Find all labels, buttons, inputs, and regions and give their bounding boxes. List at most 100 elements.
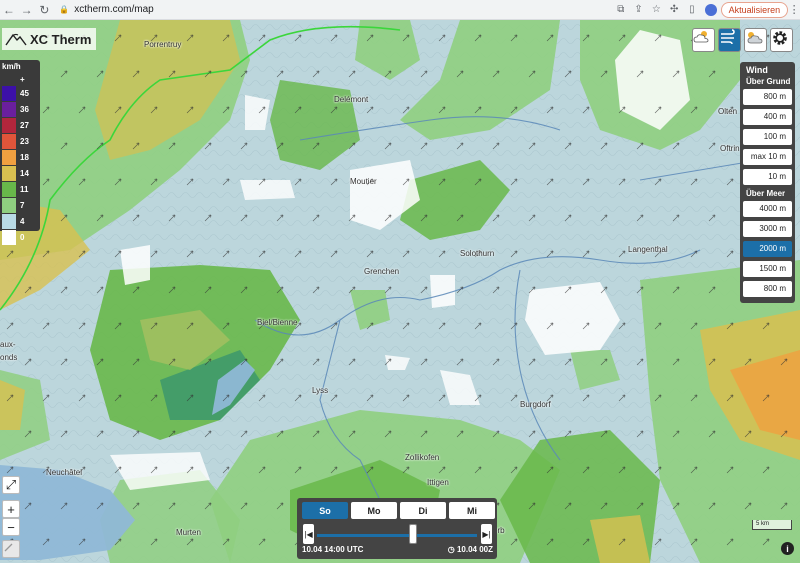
legend-label: 27	[20, 120, 29, 130]
profile-avatar[interactable]	[704, 3, 717, 16]
xctherm-logo[interactable]: XC Therm	[2, 28, 97, 50]
info-button[interactable]: i	[781, 542, 794, 555]
reload-icon[interactable]: ↻	[36, 1, 54, 19]
install-app-icon[interactable]: ⧉	[612, 1, 630, 19]
day-tab[interactable]: Mi	[449, 502, 495, 519]
sidebar-panel-icon[interactable]: ▯	[683, 1, 701, 19]
back-arrow-icon[interactable]: ←	[0, 1, 18, 19]
legend-entry: 14	[2, 165, 38, 181]
lock-icon: 🔒	[59, 5, 70, 14]
mountain-logo-icon	[5, 33, 27, 46]
legend-label: 45	[20, 88, 29, 98]
legend-entry: 4	[2, 213, 38, 229]
legend-label: 11	[20, 184, 29, 194]
legend-unit: km/h	[2, 62, 21, 71]
sun-cloud-icon	[747, 32, 763, 44]
wind-level-button[interactable]: 800 m	[743, 89, 792, 105]
thermal-layer-button[interactable]	[692, 28, 715, 52]
time-control-panel: So Mo Di Mi |◀ ▶| 10.04 14:00 UTC ◷ 10.04 0…	[297, 498, 497, 559]
extensions-puzzle-icon[interactable]: ✣	[665, 1, 683, 19]
last-step-button[interactable]: ▶|	[481, 524, 492, 544]
wind-level-button[interactable]: max 10 m	[743, 149, 792, 165]
url-text: xctherm.com/map	[74, 4, 154, 15]
wind-level-button[interactable]: 800 m	[743, 281, 792, 297]
address-bar[interactable]: 🔒 xctherm.com/map	[59, 2, 612, 18]
draw-tool-button[interactable]	[2, 540, 20, 558]
forward-arrow-icon[interactable]: →	[18, 1, 36, 19]
above-ground-title: Über Grund	[746, 77, 791, 86]
wind-level-button[interactable]: 1500 m	[743, 261, 792, 277]
first-step-button[interactable]: |◀	[303, 524, 314, 544]
wind-level-panel: Wind Über Grund 800 m 400 m 100 m max 10 m 1…	[740, 62, 795, 303]
clock-icon: ◷	[447, 545, 455, 554]
legend-swatch	[2, 229, 16, 245]
wind-level-button[interactable]: 10 m	[743, 169, 792, 185]
legend-entry: 27	[2, 117, 38, 133]
day-tab[interactable]: So	[302, 502, 348, 519]
city-label: Solothurn	[460, 249, 495, 258]
city-label: Ittigen	[427, 478, 449, 487]
zoom-in-button[interactable]: +	[2, 500, 20, 518]
city-label: Olten	[718, 107, 738, 116]
legend-label: 23	[20, 136, 29, 146]
wind-level-button[interactable]: 3000 m	[743, 221, 792, 237]
legend-swatch	[2, 213, 16, 229]
city-label: Biel/Bienne	[257, 318, 298, 327]
legend-label: 7	[20, 200, 25, 210]
city-label: Zollikofen	[405, 453, 440, 462]
bookmark-star-icon[interactable]: ☆	[648, 1, 666, 19]
current-time-label: 10.04 14:00 UTC	[302, 545, 364, 554]
pencil-icon	[4, 543, 13, 552]
wind-icon	[721, 29, 735, 45]
model-run-label: ◷ 10.04 00Z	[448, 545, 493, 554]
day-tab[interactable]: Mo	[351, 502, 397, 519]
legend-swatch	[2, 165, 16, 181]
weather-map[interactable]: Porrentruy Delémont Olten Oftrin Moutier Solo…	[0, 20, 800, 563]
wind-speed-legend: km/h + 45 36 27 23 18 14 11 7 4 0	[0, 60, 40, 245]
fullscreen-button[interactable]: ⤢	[2, 476, 20, 494]
settings-button[interactable]	[770, 28, 793, 52]
legend-entry: 45	[2, 85, 38, 101]
city-label: Lyss	[312, 386, 329, 395]
scale-bar: 5 km	[752, 520, 792, 530]
update-button[interactable]: Aktualisieren	[720, 1, 789, 18]
cloud-sun-icon	[693, 31, 709, 43]
wind-level-button[interactable]: 100 m	[743, 129, 792, 145]
city-label: Oftrin	[720, 144, 740, 153]
legend-label: 18	[20, 152, 29, 162]
city-label: Delémont	[334, 95, 369, 104]
city-label: Burgdorf	[520, 400, 551, 409]
legend-swatch	[2, 149, 16, 165]
city-label: onds	[0, 353, 18, 362]
wind-level-button[interactable]: 400 m	[743, 109, 792, 125]
city-label: Porrentruy	[144, 40, 182, 49]
legend-label: 4	[20, 216, 25, 226]
cloud-layer-button[interactable]	[744, 28, 767, 52]
legend-label: 14	[20, 168, 29, 178]
city-label: Neuchâtel	[46, 468, 83, 477]
legend-entry: 7	[2, 197, 38, 213]
legend-entry: 18	[2, 149, 38, 165]
wind-level-button[interactable]: 2000 m	[743, 241, 792, 257]
model-run-text: 10.04 00Z	[456, 545, 493, 554]
wind-layer-button[interactable]	[718, 28, 741, 52]
day-tab[interactable]: Di	[400, 502, 446, 519]
logo-text: XC Therm	[30, 31, 92, 47]
legend-swatch	[2, 197, 16, 213]
city-label: Murten	[176, 528, 201, 537]
legend-entry: 36	[2, 101, 38, 117]
legend-swatch	[2, 85, 16, 101]
browser-menu-icon[interactable]: ⋮	[788, 3, 800, 16]
share-icon[interactable]: ⇪	[630, 1, 648, 19]
legend-swatch	[2, 133, 16, 149]
time-slider-track[interactable]	[317, 534, 477, 537]
legend-swatch	[2, 117, 16, 133]
wind-level-button[interactable]: 4000 m	[743, 201, 792, 217]
map-canvas[interactable]	[0, 20, 800, 563]
zoom-out-button[interactable]: −	[2, 518, 20, 536]
gear-icon	[773, 31, 787, 45]
legend-entry: 0	[2, 229, 38, 245]
legend-swatch	[2, 101, 16, 117]
time-slider-thumb[interactable]	[409, 524, 417, 544]
legend-entry: 11	[2, 181, 38, 197]
